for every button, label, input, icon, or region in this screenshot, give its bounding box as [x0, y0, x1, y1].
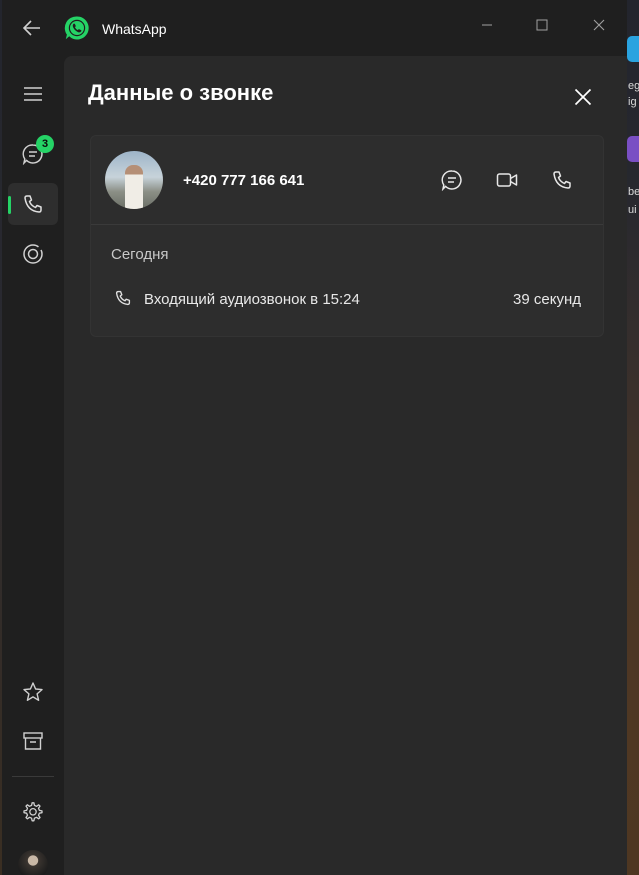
- voice-call-button[interactable]: [548, 166, 576, 194]
- date-section-label: Сегодня: [111, 246, 169, 263]
- desktop-label-telegram-2: ig: [628, 96, 637, 108]
- avatar[interactable]: [105, 151, 163, 209]
- sidebar-item-archived[interactable]: [8, 720, 58, 762]
- minimize-button[interactable]: [473, 14, 501, 36]
- back-button[interactable]: [20, 16, 44, 40]
- telegram-desktop-icon[interactable]: [627, 36, 639, 62]
- whatsapp-logo-icon: [64, 15, 90, 41]
- desktop-label-telegram-1: eg: [628, 80, 639, 92]
- whatsapp-window: WhatsApp 3 Данные о звонке +420 777 166 …: [2, 0, 627, 875]
- video-call-button[interactable]: [493, 166, 521, 194]
- app-title: WhatsApp: [102, 21, 167, 37]
- phone-icon: [115, 290, 133, 308]
- sidebar-rail: 3: [2, 56, 64, 875]
- sidebar-item-chats[interactable]: 3: [8, 133, 58, 175]
- desktop-label-viber-1: be: [628, 186, 639, 198]
- close-icon: [574, 88, 592, 106]
- contact-header: +420 777 166 641: [91, 136, 603, 225]
- sidebar-item-starred[interactable]: [8, 671, 58, 713]
- video-call-icon: [496, 171, 518, 189]
- menu-button[interactable]: [8, 73, 58, 115]
- title-bar: WhatsApp: [2, 0, 627, 56]
- contact-phone: +420 777 166 641: [183, 172, 305, 189]
- profile-avatar[interactable]: [18, 850, 48, 875]
- phone-icon: [23, 194, 43, 214]
- star-icon: [22, 681, 44, 703]
- call-description: Входящий аудиозвонок в 15:24: [144, 291, 360, 308]
- archive-icon: [22, 730, 44, 752]
- sidebar-item-status[interactable]: [8, 233, 58, 275]
- avatar-person: [125, 165, 143, 209]
- close-panel-button[interactable]: [570, 84, 596, 110]
- call-info-card: +420 777 166 641 Сегодня Входящий аудиоз…: [90, 135, 604, 337]
- sidebar-item-calls[interactable]: [8, 183, 58, 225]
- minimize-icon: [481, 19, 493, 31]
- hamburger-icon: [23, 86, 43, 102]
- maximize-icon: [536, 19, 548, 31]
- viber-desktop-icon[interactable]: [627, 136, 639, 162]
- window-close-button[interactable]: [585, 14, 613, 36]
- voice-call-icon: [552, 170, 572, 190]
- active-indicator: [8, 196, 11, 214]
- call-duration: 39 секунд: [513, 291, 581, 308]
- message-button[interactable]: [438, 166, 466, 194]
- maximize-button[interactable]: [528, 14, 556, 36]
- sidebar-item-settings[interactable]: [8, 791, 58, 833]
- page-title: Данные о звонке: [88, 80, 274, 105]
- desktop-label-viber-2: ui: [628, 204, 637, 216]
- status-icon: [22, 243, 44, 265]
- sidebar-divider: [12, 776, 54, 777]
- back-arrow-icon: [23, 20, 41, 36]
- unread-badge: 3: [36, 135, 54, 153]
- message-icon: [441, 169, 463, 191]
- call-details-panel: Данные о звонке +420 777 166 641 Сегодня…: [64, 56, 627, 875]
- close-icon: [593, 19, 605, 31]
- gear-icon: [22, 801, 44, 823]
